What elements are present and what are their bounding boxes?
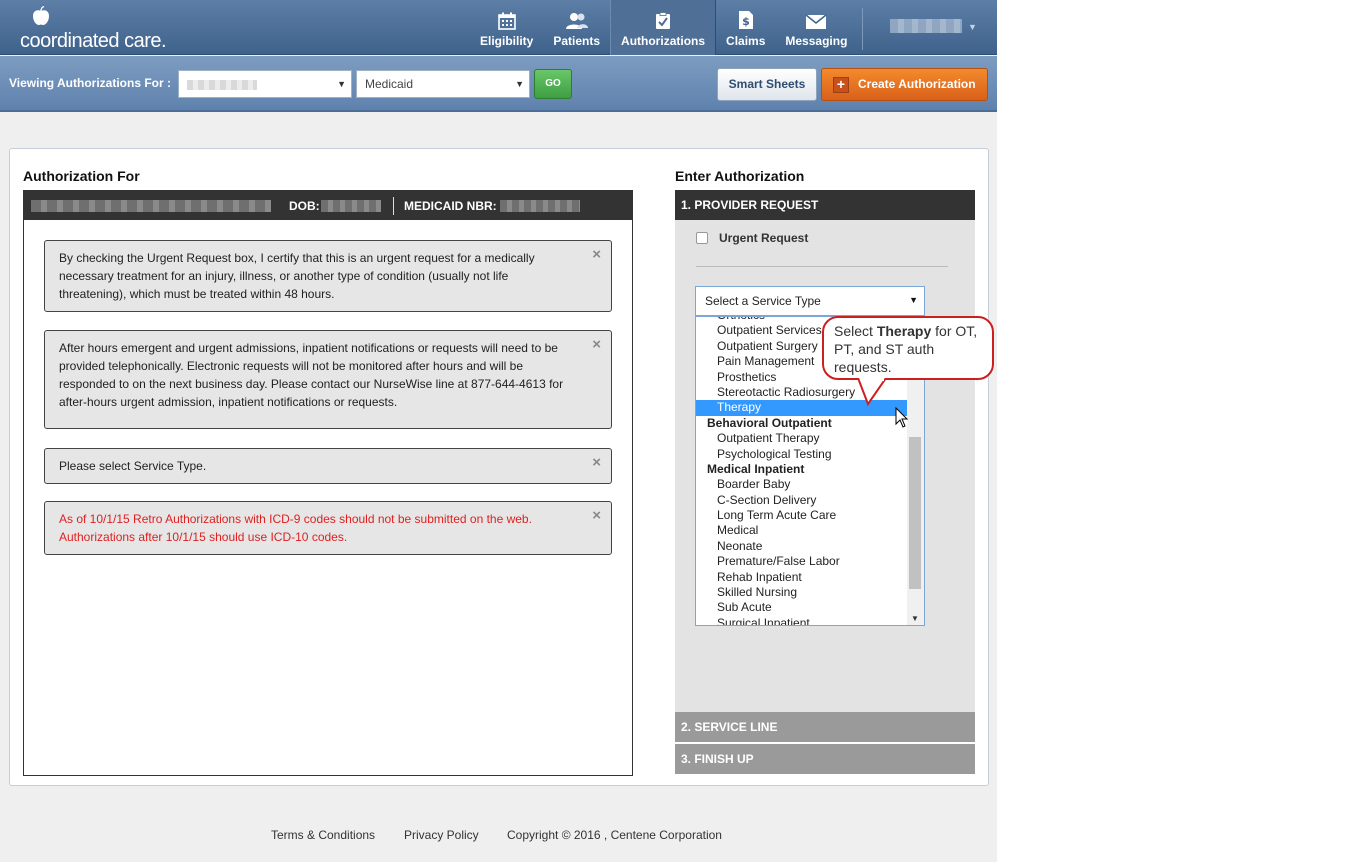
nav-label: Patients: [553, 34, 601, 48]
dob-label: DOB:: [289, 199, 320, 213]
nav-eligibility[interactable]: Eligibility: [470, 0, 543, 55]
alert-text: By checking the Urgent Request box, I ce…: [59, 251, 535, 301]
user-menu[interactable]: [890, 19, 962, 33]
envelope-icon: [805, 14, 827, 29]
service-type-option[interactable]: Long Term Acute Care: [696, 508, 908, 523]
copyright-text: Copyright © 2016 , Centene Corporation: [507, 828, 722, 842]
create-authorization-button[interactable]: + Create Authorization: [821, 68, 988, 101]
scrollbar-thumb[interactable]: [909, 437, 921, 589]
chevron-down-icon: ▼: [337, 79, 346, 89]
service-type-option[interactable]: Skilled Nursing: [696, 585, 908, 600]
brand-name: coordinated care.: [20, 30, 167, 52]
close-icon[interactable]: ×: [592, 247, 601, 262]
service-type-option[interactable]: Outpatient Therapy: [696, 431, 908, 446]
nav-label: Claims: [726, 34, 766, 48]
alert-text: As of 10/1/15 Retro Authorizations with …: [59, 512, 532, 544]
urgent-request-checkbox[interactable]: [696, 232, 708, 244]
alert-text: Please select Service Type.: [59, 459, 207, 473]
service-type-option[interactable]: Sub Acute: [696, 600, 908, 615]
urgent-request-label: Urgent Request: [719, 231, 809, 245]
service-type-select[interactable]: Select a Service Type ▼: [695, 286, 925, 316]
authorization-for-heading: Authorization For: [23, 168, 140, 184]
nav-label: Eligibility: [480, 34, 534, 48]
chevron-down-icon[interactable]: ▼: [968, 22, 977, 32]
checkmark-clipboard-icon: [656, 12, 671, 29]
nav-authorizations[interactable]: Authorizations: [610, 0, 717, 55]
viewing-label: Viewing Authorizations For :: [9, 76, 171, 90]
option-group-label: Behavioral Outpatient: [707, 415, 832, 430]
plan-value: Medicaid: [365, 77, 414, 91]
svg-text:$: $: [742, 15, 750, 28]
terms-link[interactable]: Terms & Conditions: [271, 828, 375, 842]
nav-messaging[interactable]: Messaging: [775, 0, 857, 55]
enter-authorization-heading: Enter Authorization: [675, 168, 805, 184]
chevron-down-icon: ▼: [909, 295, 918, 305]
callout-prefix: Select: [834, 323, 877, 339]
mouse-cursor-icon: [895, 407, 909, 428]
close-icon[interactable]: ×: [592, 455, 601, 470]
app-window: coordinated care. Eligibility Patients A…: [0, 0, 997, 862]
provider-value: [187, 79, 257, 90]
step-provider-request[interactable]: 1. PROVIDER REQUEST: [675, 190, 975, 220]
chevron-down-icon: ▼: [515, 79, 524, 89]
sub-header: Viewing Authorizations For : ▼ Medicaid …: [0, 56, 997, 112]
dob-value: [321, 200, 381, 212]
service-type-option[interactable]: C-Section Delivery: [696, 493, 908, 508]
people-icon: [565, 13, 588, 29]
go-button[interactable]: GO: [534, 69, 572, 99]
smart-sheets-button[interactable]: Smart Sheets: [717, 68, 817, 101]
service-type-option[interactable]: Surgical Inpatient: [696, 616, 908, 625]
service-type-option[interactable]: Neonate: [696, 539, 908, 554]
alert-after-hours: After hours emergent and urgent admissio…: [44, 330, 612, 429]
alert-icd-codes: As of 10/1/15 Retro Authorizations with …: [44, 501, 612, 555]
callout-bold: Therapy: [876, 323, 932, 339]
service-type-option[interactable]: Psychological Testing: [696, 447, 908, 462]
provider-select[interactable]: ▼: [178, 70, 352, 98]
authorization-for-box: DOB: MEDICAID NBR: By checking the Urgen…: [23, 190, 633, 776]
step-finish-up[interactable]: 3. FINISH UP: [675, 744, 975, 774]
top-header: coordinated care. Eligibility Patients A…: [0, 0, 997, 55]
alert-text: After hours emergent and urgent admissio…: [59, 341, 564, 409]
close-icon[interactable]: ×: [592, 508, 601, 523]
service-type-option[interactable]: Medical: [696, 523, 908, 538]
create-authorization-label: Create Authorization: [858, 77, 976, 91]
main-nav: Eligibility Patients Authorizations $ Cl…: [470, 0, 857, 55]
therapy-callout: Select Therapy for OT, PT, and ST auth r…: [822, 316, 994, 380]
member-name: [31, 200, 271, 212]
service-type-option[interactable]: Rehab Inpatient: [696, 570, 908, 585]
alert-select-service: Please select Service Type. ×: [44, 448, 612, 484]
callout-pointer: [858, 378, 887, 407]
option-group-label: Medical Inpatient: [707, 461, 805, 476]
plan-select[interactable]: Medicaid ▼: [356, 70, 530, 98]
nav-patients[interactable]: Patients: [543, 0, 610, 55]
nav-label: Messaging: [785, 34, 848, 48]
apple-icon: [33, 6, 49, 25]
close-icon[interactable]: ×: [592, 337, 601, 352]
dollar-document-icon: $: [738, 11, 753, 29]
medicaid-value: [500, 200, 580, 212]
nav-label: Authorizations: [621, 34, 706, 48]
privacy-link[interactable]: Privacy Policy: [404, 828, 479, 842]
urgent-request-row[interactable]: Urgent Request: [696, 231, 808, 245]
service-type-value: Select a Service Type: [705, 294, 821, 308]
member-header: DOB: MEDICAID NBR:: [24, 191, 632, 220]
divider: [696, 266, 948, 267]
service-type-option[interactable]: Premature/False Labor: [696, 554, 908, 569]
scroll-down-icon[interactable]: ▼: [911, 614, 919, 623]
step-service-line[interactable]: 2. SERVICE LINE: [675, 712, 975, 742]
medicaid-label: MEDICAID NBR:: [404, 199, 497, 213]
alert-urgent-certify: By checking the Urgent Request box, I ce…: [44, 240, 612, 312]
nav-divider: [862, 8, 863, 50]
header-divider: [393, 197, 394, 215]
service-type-option[interactable]: Boarder Baby: [696, 477, 908, 492]
nav-claims[interactable]: $ Claims: [716, 0, 775, 55]
plus-icon: +: [833, 77, 849, 93]
calendar-icon: [497, 12, 516, 30]
